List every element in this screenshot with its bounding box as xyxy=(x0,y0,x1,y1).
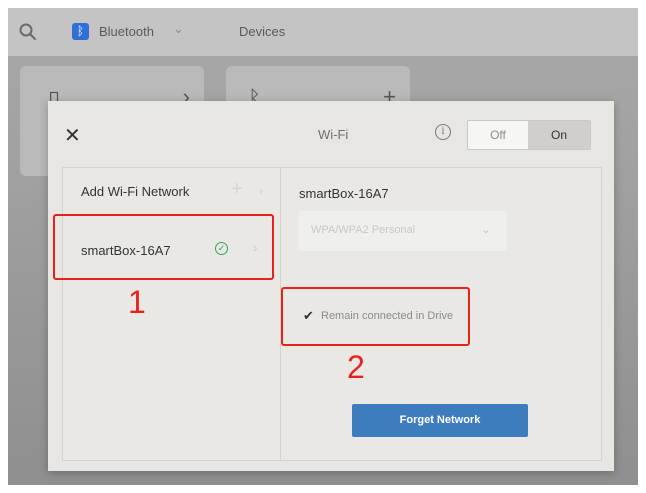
bluetooth-icon: ᛒ xyxy=(72,23,89,40)
dialog-title: Wi-Fi xyxy=(318,127,349,142)
info-icon[interactable]: i xyxy=(435,124,451,140)
network-detail-title: smartBox-16A7 xyxy=(299,186,389,201)
toggle-off-option[interactable]: Off xyxy=(468,121,528,149)
step-number-2: 2 xyxy=(347,349,365,385)
bluetooth-label: Bluetooth xyxy=(99,24,154,39)
top-bar: ᛒ Bluetooth ⌄ Devices xyxy=(8,8,638,56)
chevron-down-icon: ⌄ xyxy=(480,222,491,236)
chevron-down-icon: ⌄ xyxy=(173,21,184,36)
chevron-right-icon: › xyxy=(259,184,263,198)
devices-label: Devices xyxy=(239,24,286,39)
close-icon[interactable]: ✕ xyxy=(64,123,81,148)
security-select[interactable]: WPA/WPA2 Personal ⌄ xyxy=(299,211,507,251)
highlight-box-step-2 xyxy=(281,287,470,346)
forget-network-button[interactable]: Forget Network xyxy=(352,404,528,437)
bluetooth-dropdown[interactable]: ᛒ Bluetooth ⌄ xyxy=(72,20,192,44)
plus-icon[interactable]: + xyxy=(231,178,243,201)
security-value: WPA/WPA2 Personal xyxy=(311,224,416,236)
step-number-1: 1 xyxy=(128,284,146,320)
toggle-on-option[interactable]: On xyxy=(528,121,590,149)
wifi-toggle[interactable]: Off On xyxy=(467,120,591,150)
search-icon[interactable] xyxy=(18,22,38,42)
highlight-box-step-1 xyxy=(53,214,274,280)
add-network-label[interactable]: Add Wi-Fi Network xyxy=(81,184,189,199)
